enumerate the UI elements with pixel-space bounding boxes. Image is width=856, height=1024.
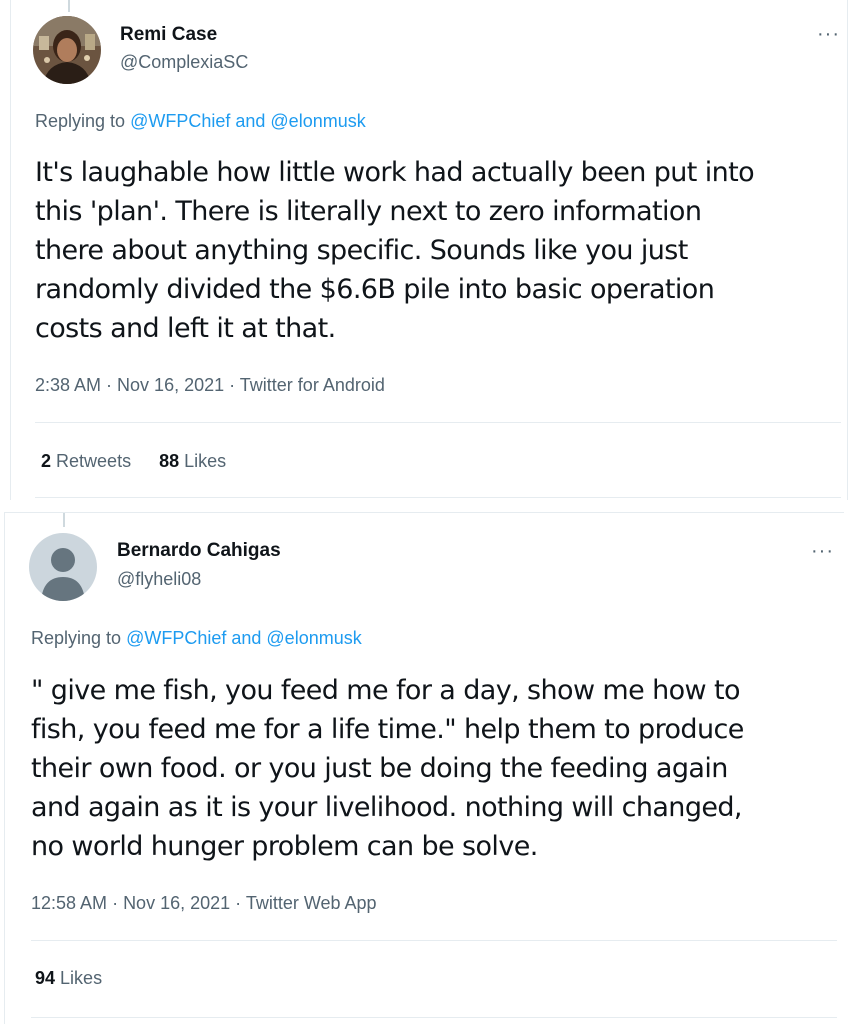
meta-separator: · — [101, 375, 118, 395]
retweets-stat[interactable]: 2 Retweets — [41, 451, 131, 472]
tweet-text-line: and again as it is your livelihood. noth… — [31, 792, 742, 823]
tweet-date[interactable]: Nov 16, 2021 — [123, 893, 230, 913]
tweet-source[interactable]: Twitter Web App — [246, 893, 377, 913]
tweet-text: " give me fish, you feed me for a day, s… — [31, 671, 744, 866]
likes-label: Likes — [184, 451, 227, 471]
default-avatar-icon — [29, 533, 97, 601]
tweet-text-line: costs and left it at that. — [35, 313, 336, 344]
tweet-text-line: this 'plan'. There is literally next to … — [35, 196, 702, 227]
retweets-label: Retweets — [56, 451, 132, 471]
tweet-text-line: fish, you feed me for a life time." help… — [31, 714, 744, 745]
more-options-icon[interactable]: ··· — [811, 541, 834, 561]
more-options-icon[interactable]: ··· — [817, 24, 840, 44]
replying-prefix: Replying to — [35, 111, 131, 131]
mention-wfpchief[interactable]: @WFPChief — [130, 111, 230, 131]
thread-connector-line — [68, 0, 70, 12]
replying-to-line: Replying to @WFPChief and @elonmusk — [31, 628, 362, 649]
tweet-text: It's laughable how little work had actua… — [35, 153, 755, 348]
divider — [31, 1017, 837, 1018]
mention-elonmusk[interactable]: @elonmusk — [266, 628, 361, 648]
mention-wfpchief[interactable]: @WFPChief — [126, 628, 226, 648]
tweet-source[interactable]: Twitter for Android — [240, 375, 385, 395]
likes-count: 88 — [159, 451, 180, 471]
tweet-card: Bernardo Cahigas @flyheli08 ··· Replying… — [4, 512, 844, 1024]
meta-separator: · — [107, 893, 124, 913]
divider — [35, 497, 841, 498]
tweet-time[interactable]: 2:38 AM — [35, 375, 101, 395]
author-handle[interactable]: @ComplexiaSC — [120, 52, 248, 73]
author-name[interactable]: Remi Case — [120, 24, 217, 46]
tweet-time[interactable]: 12:58 AM — [31, 893, 107, 913]
likes-count: 94 — [35, 968, 56, 988]
divider — [35, 422, 841, 423]
engagement-stats: 2 Retweets 88 Likes — [41, 451, 226, 472]
replying-prefix: Replying to — [31, 628, 127, 648]
tweet-date[interactable]: Nov 16, 2021 — [117, 375, 224, 395]
thread-connector-line — [63, 513, 65, 527]
tweet-text-line: It's laughable how little work had actua… — [35, 157, 755, 188]
tweet-text-line: no world hunger problem can be solve. — [31, 831, 538, 862]
retweets-count: 2 — [41, 451, 52, 471]
replying-conjunction: and — [226, 628, 267, 648]
engagement-stats: 94 Likes — [35, 968, 102, 989]
likes-stat[interactable]: 88 Likes — [159, 451, 226, 472]
tweet-metadata: 12:58 AM · Nov 16, 2021 · Twitter Web Ap… — [31, 893, 377, 914]
author-handle[interactable]: @flyheli08 — [117, 569, 201, 590]
author-name[interactable]: Bernardo Cahigas — [117, 540, 281, 562]
tweet-text-line: randomly divided the $6.6B pile into bas… — [35, 274, 715, 305]
tweet-text-line: " give me fish, you feed me for a day, s… — [31, 675, 741, 706]
likes-label: Likes — [60, 968, 103, 988]
tweet-text-line: there about anything specific. Sounds li… — [35, 235, 688, 266]
user-photo-icon — [33, 16, 101, 84]
avatar[interactable] — [29, 533, 97, 601]
avatar[interactable] — [33, 16, 101, 84]
replying-to-line: Replying to @WFPChief and @elonmusk — [35, 111, 366, 132]
tweet-card: Remi Case @ComplexiaSC ··· Replying to @… — [10, 0, 848, 500]
tweet-metadata: 2:38 AM · Nov 16, 2021 · Twitter for And… — [35, 375, 385, 396]
meta-separator: · — [224, 375, 240, 395]
mention-elonmusk[interactable]: @elonmusk — [270, 111, 365, 131]
replying-conjunction: and — [230, 111, 271, 131]
meta-separator: · — [230, 893, 246, 913]
divider — [31, 940, 837, 941]
tweet-text-line: their own food. or you just be doing the… — [31, 753, 728, 784]
likes-stat[interactable]: 94 Likes — [35, 968, 102, 989]
